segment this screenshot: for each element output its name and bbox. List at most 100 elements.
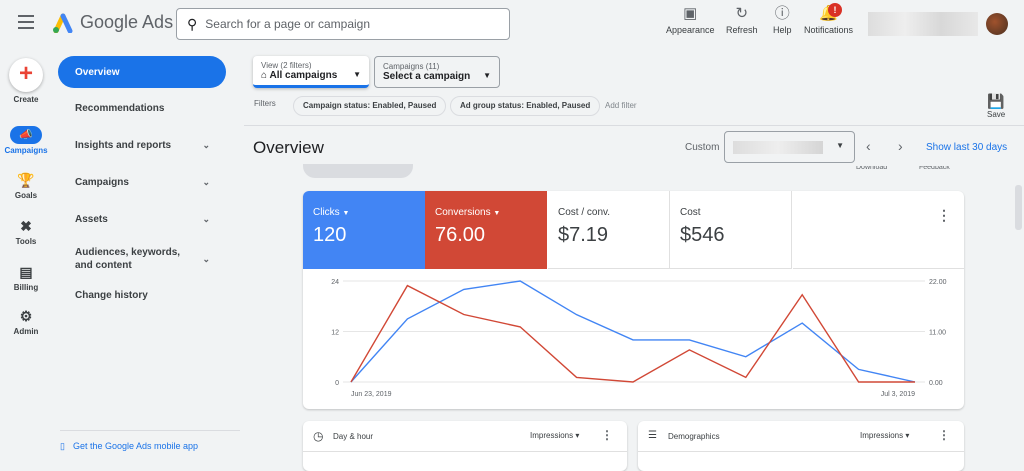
nav-insights[interactable]: Insights and reports ⌄ bbox=[58, 140, 240, 151]
help-button[interactable]: ⓘ Help bbox=[773, 5, 792, 36]
metric-cost[interactable]: Cost $546 bbox=[670, 191, 792, 269]
dropdown-arrow-icon: ▼ bbox=[483, 71, 491, 80]
metric-conversions[interactable]: Conversions ▼ 76.00 bbox=[425, 191, 547, 269]
card-title: Day & hour bbox=[333, 432, 374, 441]
google-ads-logo[interactable]: Google Ads bbox=[52, 12, 173, 33]
rail-billing[interactable]: ▤ Billing bbox=[0, 264, 52, 292]
rail-goals[interactable]: 🏆 Goals bbox=[0, 172, 52, 200]
metric-label: Cost / conv. bbox=[558, 207, 611, 218]
nav-label: Overview bbox=[75, 66, 120, 78]
campaign-dropdown[interactable]: Campaigns (11) Select a campaign ▼ bbox=[374, 56, 500, 88]
nav-label: Campaigns bbox=[75, 177, 129, 188]
scrollbar[interactable] bbox=[1015, 185, 1022, 230]
more-options-icon[interactable]: ⋮ bbox=[938, 428, 950, 442]
campaigns-value: Select a campaign bbox=[383, 71, 471, 82]
chevron-down-icon: ⌄ bbox=[202, 140, 210, 150]
save-icon: 💾 bbox=[987, 93, 1005, 109]
nav-label: Recommendations bbox=[75, 103, 165, 114]
campaigns-label: Campaigns (11) bbox=[383, 62, 440, 71]
divider bbox=[303, 451, 627, 452]
notification-badge: ! bbox=[828, 3, 842, 17]
metric-label: Clicks bbox=[313, 207, 340, 218]
more-options-icon[interactable]: ⋮ bbox=[937, 207, 951, 224]
search-icon: ⚲ bbox=[187, 15, 198, 32]
previous-period-button[interactable]: ‹ bbox=[866, 138, 871, 154]
nav-assets[interactable]: Assets ⌄ bbox=[58, 214, 240, 225]
date-mode-label: Custom bbox=[685, 142, 720, 153]
rail-label: Billing bbox=[13, 283, 39, 292]
search-placeholder: Search for a page or campaign bbox=[205, 17, 371, 31]
metric-label: Conversions bbox=[435, 207, 491, 218]
divider bbox=[638, 451, 964, 452]
nav-change-history[interactable]: Change history bbox=[58, 290, 240, 301]
chevron-down-icon: ⌄ bbox=[202, 253, 210, 264]
impressions-dropdown[interactable]: Impressions ▾ bbox=[530, 431, 579, 440]
impressions-dropdown[interactable]: Impressions ▾ bbox=[860, 431, 909, 440]
rail-label: Tools bbox=[15, 237, 37, 246]
refresh-label: Refresh bbox=[726, 25, 758, 35]
y-tick-right: 0.00 bbox=[929, 380, 943, 387]
metric-clicks[interactable]: Clicks ▼ 120 bbox=[303, 191, 425, 269]
divider bbox=[244, 125, 1024, 126]
date-range-picker[interactable]: ▼ bbox=[724, 131, 855, 163]
nav-campaigns[interactable]: Campaigns ⌄ bbox=[58, 177, 240, 188]
download-button[interactable]: Download bbox=[856, 166, 887, 172]
top-bar: Google Ads ⚲ Search for a page or campaig… bbox=[0, 0, 1024, 48]
rail-create[interactable]: Create bbox=[0, 95, 52, 104]
rail-campaigns[interactable]: 📣 Campaigns bbox=[0, 126, 52, 155]
menu-icon[interactable] bbox=[18, 15, 34, 29]
nav-label: Insights and reports bbox=[75, 140, 172, 151]
save-button[interactable]: 💾 Save bbox=[987, 93, 1005, 119]
rail-tools[interactable]: ✖ Tools bbox=[0, 218, 52, 246]
metric-label: Cost bbox=[680, 207, 701, 218]
tools-icon: ✖ bbox=[20, 218, 32, 234]
add-filter-button[interactable]: Add filter bbox=[605, 101, 637, 110]
avatar[interactable] bbox=[986, 13, 1008, 35]
x-tick: Jul 3, 2019 bbox=[881, 391, 915, 398]
line-chart: 0 0.00 12 11.00 24 22.00 Jun 23, 2019 Jul 3, 20… bbox=[331, 279, 946, 398]
appearance-label: Appearance bbox=[666, 25, 715, 35]
mobile-link-label: Get the Google Ads mobile app bbox=[72, 441, 199, 451]
nav-overview[interactable]: Overview bbox=[58, 56, 226, 88]
refresh-icon: ↻ bbox=[735, 5, 749, 22]
phone-icon: ▯ bbox=[60, 441, 65, 451]
feedback-button[interactable]: Feedback bbox=[919, 166, 950, 172]
nav-label: Change history bbox=[75, 290, 148, 301]
performance-card: Clicks ▼ 120 Conversions ▼ 76.00 Cost / co… bbox=[303, 191, 964, 409]
filters-label: Filters bbox=[254, 99, 276, 108]
x-tick: Jun 23, 2019 bbox=[351, 391, 392, 398]
nav-audiences[interactable]: Audiences, keywords, and content ⌄ bbox=[58, 246, 240, 272]
metric-value: 76.00 bbox=[435, 224, 486, 246]
view-dropdown[interactable]: View (2 filters) ⌂ All campaigns ▼ bbox=[253, 56, 369, 88]
more-options-icon[interactable]: ⋮ bbox=[601, 428, 613, 442]
notifications-label: Notifications bbox=[804, 25, 854, 35]
collapsed-tab bbox=[303, 164, 413, 178]
next-period-button[interactable]: › bbox=[898, 138, 903, 154]
appearance-button[interactable]: ▣ Appearance bbox=[666, 6, 715, 36]
rail-label: Create bbox=[13, 95, 39, 104]
search-input[interactable]: ⚲ Search for a page or campaign bbox=[176, 8, 510, 40]
create-button[interactable]: + bbox=[9, 58, 43, 92]
mobile-app-link[interactable]: ▯ Get the Google Ads mobile app bbox=[60, 430, 240, 452]
app-name: Google Ads bbox=[80, 12, 174, 32]
chevron-down-icon: ⌄ bbox=[202, 177, 210, 187]
rail-admin[interactable]: ⚙ Admin bbox=[0, 308, 52, 336]
demographics-card: ☰ Demographics Impressions ▾ ⋮ bbox=[638, 421, 964, 471]
metric-cost-per-conv[interactable]: Cost / conv. $7.19 bbox=[548, 191, 670, 269]
rail-label: Campaigns bbox=[4, 146, 48, 155]
nav-recommendations[interactable]: Recommendations bbox=[58, 103, 240, 114]
refresh-button[interactable]: ↻ Refresh bbox=[726, 5, 758, 36]
show-last-30-days-link[interactable]: Show last 30 days bbox=[926, 142, 1007, 153]
save-label: Save bbox=[987, 110, 1006, 119]
rail-label: Goals bbox=[14, 191, 38, 200]
filter-chip-adgroup-status[interactable]: Ad group status: Enabled, Paused bbox=[450, 96, 601, 116]
filter-chip-campaign-status[interactable]: Campaign status: Enabled, Paused bbox=[293, 96, 447, 116]
ads-logo-icon bbox=[53, 13, 73, 33]
y-tick-right: 11.00 bbox=[929, 330, 946, 337]
nav-label: Audiences, keywords, and content bbox=[75, 247, 181, 271]
campaigns-icon: 📣 bbox=[10, 126, 42, 144]
billing-icon: ▤ bbox=[19, 264, 33, 280]
help-icon: ⓘ bbox=[774, 5, 790, 22]
account-info-redacted[interactable] bbox=[868, 12, 978, 36]
y-tick-left: 0 bbox=[335, 380, 339, 387]
